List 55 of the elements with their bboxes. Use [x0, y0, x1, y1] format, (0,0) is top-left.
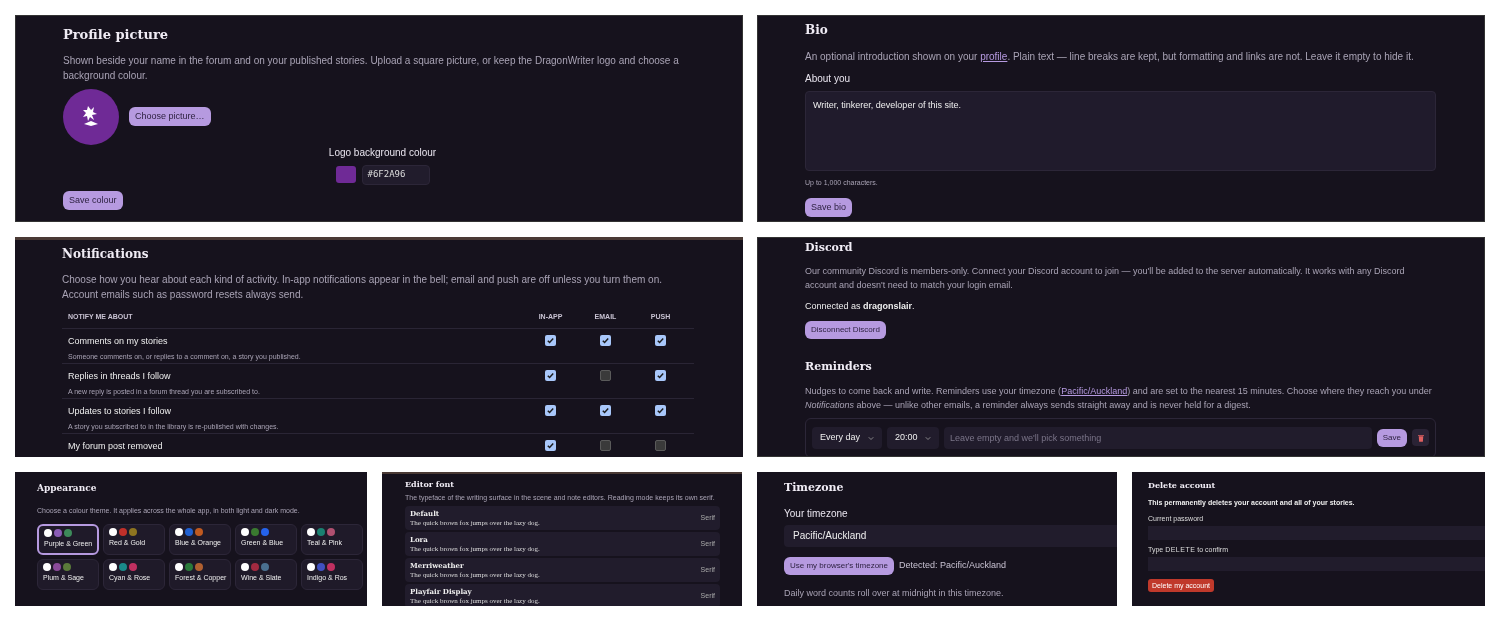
- section-description: Our community Discord is members-only. Connect your Discord account to join — you'll be added to the server automatically. It works with any Discord account and doesn't need to match your login email.: [805, 264, 1406, 292]
- checkbox[interactable]: [600, 370, 611, 381]
- save-reminder-button[interactable]: Save: [1376, 428, 1407, 447]
- section-description: An optional introduction shown on your profile. Plain text — line breaks are kept, but formatting and links are not. Leave it empty to hide it.: [805, 50, 1415, 64]
- checkbox[interactable]: [545, 370, 556, 381]
- section-title: Notifications: [62, 246, 150, 263]
- notification-type: Comments on my stories: [68, 335, 169, 348]
- checkbox[interactable]: [655, 440, 666, 451]
- save-bio-button[interactable]: Save bio: [805, 197, 853, 217]
- checkbox[interactable]: [655, 405, 666, 416]
- notification-type: Updates to stories I follow: [68, 405, 173, 418]
- section-title: Timezone: [784, 480, 845, 496]
- colour-input[interactable]: #6F2A96: [361, 164, 430, 185]
- connection-status: Connected as dragonslair.: [805, 299, 916, 313]
- checkbox[interactable]: [600, 440, 611, 451]
- chevron-down-icon: [868, 434, 874, 441]
- section-description: Choose how you hear about each kind of activity. In-app notifications appear in the bell; email and push are off unless you turn them on. Account emails such as password resets always send.: [62, 273, 663, 302]
- section-title: Bio: [805, 22, 829, 39]
- checkbox[interactable]: [600, 335, 611, 346]
- confirm-field[interactable]: [1148, 557, 1485, 571]
- chevron-down-icon: [925, 434, 931, 441]
- about-you-field[interactable]: Writer, tinkerer, developer of this site.: [805, 91, 1436, 171]
- section-title: Profile picture: [63, 26, 169, 44]
- frequency-select[interactable]: Every day: [812, 426, 882, 449]
- trash-icon: [1417, 433, 1424, 442]
- section-title: Discord: [805, 240, 854, 256]
- field-label: Logo background colour: [328, 145, 437, 160]
- time-select[interactable]: 20:00: [887, 426, 939, 449]
- choose-picture-button[interactable]: Choose picture…: [129, 106, 211, 127]
- section-title: Editor font: [405, 479, 456, 489]
- password-field[interactable]: [1148, 526, 1485, 540]
- notification-type: My forum post removed: [68, 440, 164, 453]
- checkbox[interactable]: [600, 405, 611, 416]
- field-label: About you: [805, 72, 852, 86]
- timezone-field[interactable]: Pacific/Auckland: [784, 524, 1117, 547]
- section-title: Reminders: [805, 359, 873, 375]
- checkbox[interactable]: [655, 335, 666, 346]
- section-title: Delete account: [1148, 480, 1217, 490]
- section-title: Appearance: [37, 482, 98, 495]
- disconnect-discord-button[interactable]: Disconnect Discord: [805, 321, 886, 339]
- detected-timezone: Detected: Pacific/Auckland: [899, 558, 1007, 572]
- colour-swatch[interactable]: [335, 166, 356, 183]
- reminder-message-field[interactable]: Leave empty and we'll pick something: [944, 426, 1372, 449]
- delete-button[interactable]: [1412, 429, 1429, 446]
- notification-type: Replies in threads I follow: [68, 370, 172, 383]
- section-description: Shown beside your name in the forum and on your published stories. Upload a square picture, or keep the DragonWriter logo and choose a background colour.: [63, 53, 680, 83]
- checkbox[interactable]: [545, 440, 556, 451]
- save-colour-button[interactable]: Save colour: [63, 190, 123, 210]
- section-description: Nudges to come back and write. Reminders use your timezone (Pacific/Auckland) and are set to the nearest 15 minutes. Choose where they reach you under Notifications above — unlike other emails, a reminder always sends straight away and is never held for a digest.: [805, 384, 1433, 412]
- use-browser-timezone-button[interactable]: Use my browser's timezone: [784, 556, 894, 575]
- timezone-note: Daily word counts roll over at midnight in this timezone.: [784, 586, 1005, 600]
- checkbox[interactable]: [545, 335, 556, 346]
- field-label: Your timezone: [784, 506, 849, 521]
- checkbox[interactable]: [545, 405, 556, 416]
- checkbox[interactable]: [655, 370, 666, 381]
